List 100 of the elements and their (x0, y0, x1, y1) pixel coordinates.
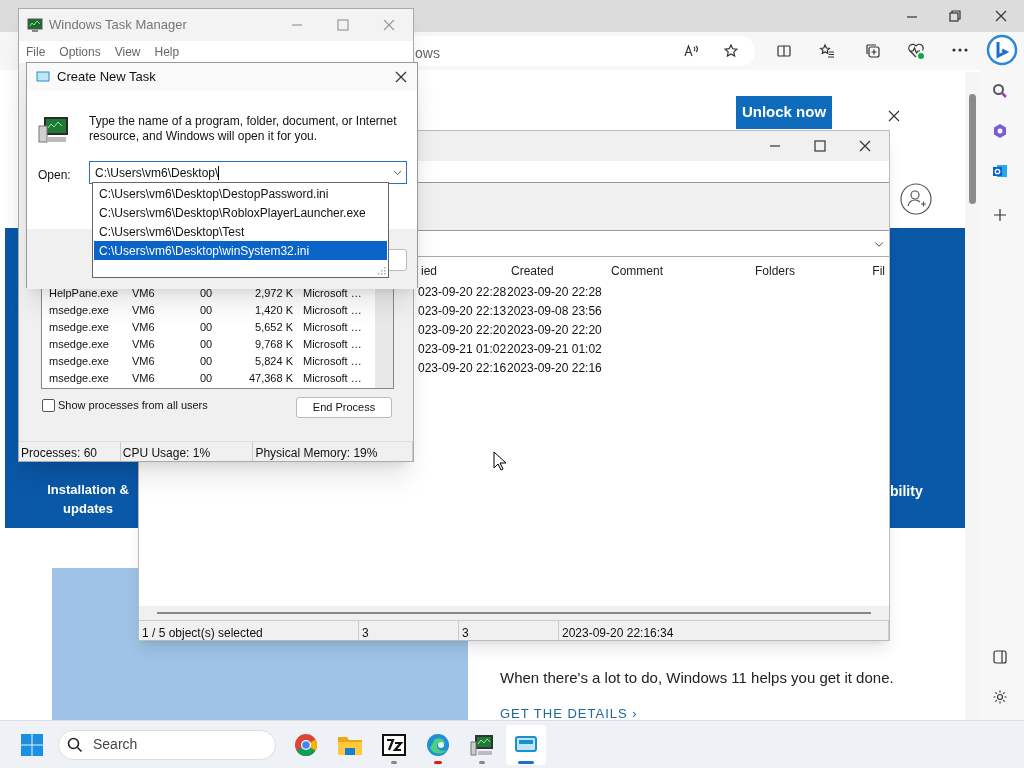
address-text: ows (415, 44, 440, 63)
checkbox-label[interactable]: Show processes from all users (58, 397, 208, 414)
column-header[interactable]: Comment (611, 262, 695, 280)
table-cell-text: Microsoft … (302, 303, 363, 319)
column-header[interactable]: Fil (805, 262, 885, 280)
table-cell-text: VM6 (132, 286, 156, 302)
computer-icon (38, 116, 70, 144)
table-cell-text: 00 (200, 320, 214, 336)
table-cell-text: 00 (200, 371, 214, 387)
app-indicator (479, 760, 485, 764)
status-text: Processes: 60 (19, 442, 121, 461)
monitor-icon (27, 17, 43, 33)
open-combo-box[interactable]: C:\Users\vm6\Desktop\ (89, 161, 407, 184)
table-cell-text: 5,652 K (254, 320, 294, 336)
copilot-icon[interactable] (986, 34, 1018, 68)
read-aloud-icon[interactable] (683, 43, 699, 59)
promo-text: When there's a lot to do, Windows 11 helps you get it done. (500, 668, 894, 688)
table-cell-text: 00 (200, 303, 214, 319)
start-icon[interactable] (20, 732, 44, 757)
get-details-link[interactable]: GET THE DETAILS › (500, 704, 638, 724)
office-icon[interactable] (992, 123, 1008, 139)
monitor-icon (470, 733, 494, 756)
settings-icon[interactable] (992, 689, 1008, 705)
table-cell-text: 5,824 K (254, 354, 294, 370)
scrollbar[interactable] (965, 72, 980, 720)
table-cell-text: msedge.exe (48, 303, 110, 319)
table-cell-text: msedge.exe (48, 337, 110, 353)
unlock-now-button[interactable]: Unlock now (736, 96, 832, 129)
table-cell-text: VM6 (132, 320, 156, 336)
suggestion-item[interactable]: C:\Users\vm6\Desktop\DestopPassword.ini (94, 184, 387, 203)
table-cell-text: 00 (200, 354, 214, 370)
resize-grip-icon[interactable] (376, 265, 386, 275)
status-text: 2023-09-20 22:16:34 (559, 621, 889, 640)
table-cell-text: VM6 (132, 371, 156, 387)
outlook-icon[interactable] (992, 163, 1008, 179)
checkbox[interactable] (42, 398, 55, 412)
restore-icon[interactable] (947, 8, 963, 24)
table-cell-text: 023-09-20 22:16 (418, 360, 507, 377)
table-cell-text: 2023-09-20 22:16 (507, 360, 602, 377)
search-field[interactable]: Search (58, 729, 276, 760)
suggestion-item[interactable]: C:\Users\vm6\Desktop\winSystem32.ini (94, 241, 387, 260)
close-icon[interactable] (886, 108, 902, 124)
table-cell-text: 023-09-21 01:02 (418, 341, 507, 358)
table-cell-text: HelpPane.exe (48, 286, 120, 302)
table-cell-text: Microsoft … (302, 371, 363, 387)
status-text: Physical Memory: 19% (253, 442, 413, 461)
suggestion-item[interactable]: C:\Users\vm6\Desktop\Test (94, 222, 387, 241)
menu-item[interactable]: File (26, 43, 46, 61)
add-profile-icon[interactable] (900, 183, 932, 215)
table-cell-text: 023-09-20 22:28 (418, 284, 507, 301)
status-text: 3 (359, 621, 459, 640)
close-icon[interactable] (393, 69, 409, 85)
table-cell-text: msedge.exe (48, 371, 110, 387)
health-icon[interactable] (907, 42, 925, 60)
menu-item[interactable]: Help (154, 43, 180, 61)
close-icon[interactable] (857, 138, 873, 154)
table-cell-text: 2023-09-08 23:56 (507, 303, 602, 320)
column-header[interactable]: Folders (705, 262, 795, 280)
close-icon[interactable] (993, 8, 1009, 24)
window-icon (36, 71, 50, 83)
table-cell-text: VM6 (132, 303, 156, 319)
table-cell-text: Microsoft … (302, 337, 363, 353)
plus-icon[interactable] (992, 207, 1008, 223)
column-header[interactable]: ied (421, 262, 504, 280)
app-indicator (518, 760, 534, 764)
table-cell-text: 023-09-20 22:13 (418, 303, 507, 320)
banner-tile-label[interactable]: bility (890, 481, 923, 502)
banner-tile-label[interactable]: Installation & updates (40, 480, 136, 518)
collections-icon[interactable] (865, 43, 881, 59)
split-screen-icon[interactable] (776, 43, 792, 59)
horizontal-scrollbar[interactable] (139, 606, 889, 620)
more-icon[interactable] (951, 47, 969, 53)
dialog-title: Create New Task (57, 68, 156, 87)
suggestion-item[interactable]: C:\Users\vm6\Desktop\RobloxPlayerLauncher.exe (94, 203, 387, 222)
dialog-description: Type the name of a program, folder, document, or Internet resource, and Windows will open it for you. (89, 114, 398, 144)
search-icon (67, 736, 83, 753)
menu-item[interactable]: View (114, 43, 141, 61)
status-text: 3 (459, 621, 559, 640)
search-icon[interactable] (992, 83, 1008, 99)
favorites-icon[interactable] (819, 43, 835, 59)
table-cell-text: 2023-09-20 22:28 (507, 284, 602, 301)
column-header[interactable]: Created (511, 262, 601, 280)
maximize-icon[interactable] (812, 138, 828, 154)
status-text: 1 / 5 object(s) selected (139, 621, 359, 640)
end-process-button[interactable]: End Process (296, 397, 392, 418)
table-cell-text: msedge.exe (48, 320, 110, 336)
table-cell-text: 9,768 K (254, 337, 294, 353)
archive-icon (382, 733, 406, 756)
table-cell-text: 023-09-20 22:20 (418, 322, 507, 339)
table-cell-text: VM6 (132, 354, 156, 370)
chrome-icon (294, 732, 318, 757)
table-cell-text: 47,368 K (247, 371, 294, 387)
sidebar-panel-icon[interactable] (992, 649, 1008, 665)
table-cell-text: VM6 (132, 337, 156, 353)
menu-item[interactable]: Options (59, 43, 101, 61)
window-icon (514, 734, 538, 755)
window-title: Windows Task Manager (49, 16, 187, 35)
mouse-cursor-icon (493, 451, 507, 471)
star-icon[interactable] (723, 43, 739, 59)
table-cell-text: 2023-09-20 22:20 (507, 322, 602, 339)
